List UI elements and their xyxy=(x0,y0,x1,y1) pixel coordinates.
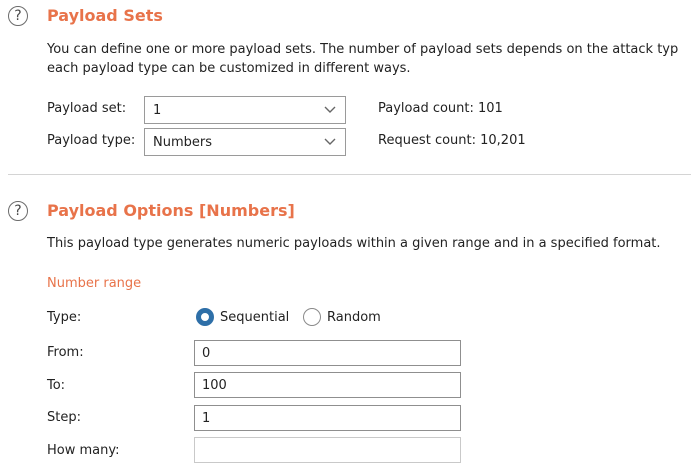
step-label: Step: xyxy=(47,410,81,425)
payload-count: Payload count: 101 xyxy=(378,101,503,116)
radio-sequential[interactable]: Sequential xyxy=(196,308,289,326)
number-range-heading: Number range xyxy=(47,276,142,291)
payload-type-select[interactable]: Numbers xyxy=(144,128,346,156)
payload-type-label: Payload type: xyxy=(47,133,136,148)
chevron-down-icon xyxy=(324,138,336,145)
payload-sets-title: Payload Sets xyxy=(47,6,163,25)
payload-type-value: Numbers xyxy=(153,134,212,150)
payload-options-description: This payload type generates numeric payl… xyxy=(47,236,661,251)
how-many-label: How many: xyxy=(47,443,120,458)
payload-set-value: 1 xyxy=(153,102,162,118)
chevron-down-icon xyxy=(324,106,336,113)
to-field[interactable] xyxy=(194,372,461,398)
payload-set-label: Payload set: xyxy=(47,101,127,116)
how-many-field[interactable] xyxy=(194,437,461,463)
payload-sets-description-line2: each payload type can be customized in d… xyxy=(47,61,411,76)
radio-sequential-label: Sequential xyxy=(220,309,290,325)
request-count: Request count: 10,201 xyxy=(378,133,526,148)
radio-random[interactable]: Random xyxy=(303,308,381,326)
payload-sets-description-line1: You can define one or more payload sets.… xyxy=(47,42,679,57)
radio-sequential-indicator[interactable] xyxy=(196,308,214,326)
payload-options-help-icon[interactable]: ? xyxy=(8,201,28,221)
to-label: To: xyxy=(47,378,66,393)
from-field[interactable] xyxy=(194,340,461,366)
type-label: Type: xyxy=(47,310,82,325)
payload-sets-help-icon[interactable]: ? xyxy=(8,6,28,26)
from-label: From: xyxy=(47,345,84,360)
section-divider xyxy=(8,174,691,175)
step-field[interactable] xyxy=(194,405,461,431)
payload-set-select[interactable]: 1 xyxy=(144,96,346,124)
radio-random-label: Random xyxy=(327,309,381,325)
payload-options-title: Payload Options [Numbers] xyxy=(47,201,295,220)
radio-random-indicator[interactable] xyxy=(303,308,321,326)
